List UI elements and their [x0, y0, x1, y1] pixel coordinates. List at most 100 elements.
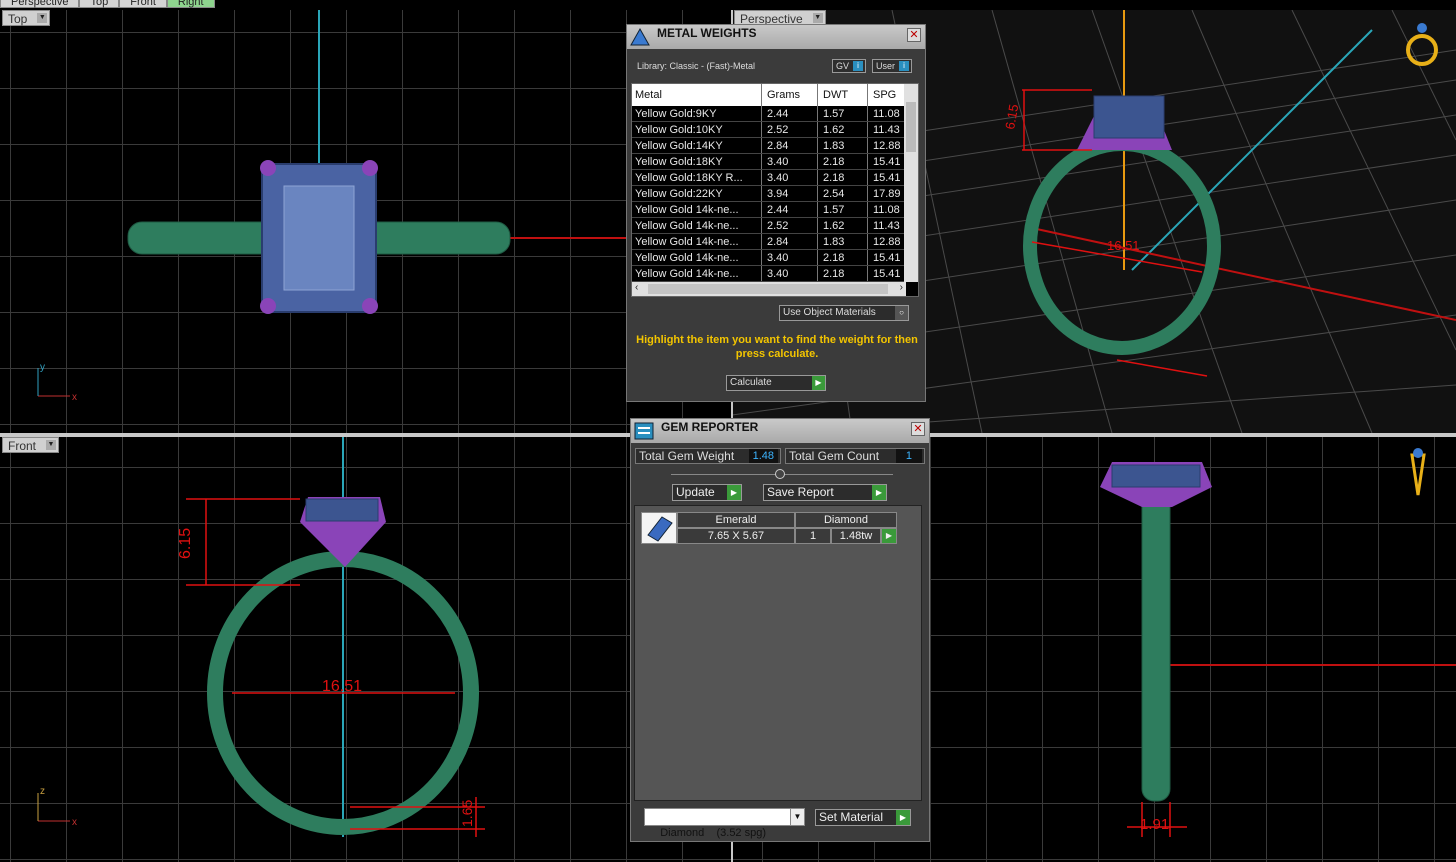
- table-row[interactable]: Yellow Gold 14k-ne... 2.84 1.83 12.88: [632, 234, 918, 250]
- gumball-icon[interactable]: [1410, 448, 1426, 496]
- top-viewport[interactable]: x y Top ▼: [0, 10, 732, 433]
- table-cell: 17.89: [873, 188, 901, 200]
- table-row[interactable]: Yellow Gold:22KY 3.94 2.54 17.89: [632, 186, 918, 202]
- table-cell: 11.08: [873, 204, 900, 216]
- metal-weights-title: METAL WEIGHTS: [657, 26, 757, 40]
- table-cell: 2.44: [762, 202, 818, 217]
- calculate-label: Calculate: [730, 377, 772, 388]
- table-row[interactable]: Yellow Gold:18KY R... 3.40 2.18 15.41: [632, 170, 918, 186]
- col-metal[interactable]: Metal: [632, 84, 762, 106]
- table-row[interactable]: Yellow Gold:10KY 2.52 1.62 11.43: [632, 122, 918, 138]
- gem-size[interactable]: 7.65 X 5.67: [677, 528, 795, 544]
- table-cell: 2.84: [762, 234, 818, 249]
- table-cell: 15.41: [873, 156, 901, 168]
- front-axis-z: z: [40, 786, 45, 797]
- scroll-thumb[interactable]: [648, 284, 888, 294]
- gem-list[interactable]: Emerald Diamond 7.65 X 5.67 1 1.48tw ▶: [634, 505, 922, 801]
- total-gem-count-value: 1: [895, 449, 922, 463]
- table-cell: 2.18: [818, 170, 868, 185]
- table-cell: 2.52: [762, 218, 818, 233]
- slider-knob[interactable]: [775, 469, 785, 479]
- chevron-down-icon[interactable]: ▼: [37, 13, 48, 23]
- metal-weights-titlebar[interactable]: METAL WEIGHTS ✕: [627, 25, 925, 49]
- set-material-button[interactable]: Set Material ▶: [815, 809, 911, 826]
- gem-shape[interactable]: Emerald: [677, 512, 795, 528]
- table-row[interactable]: Yellow Gold:18KY 3.40 2.18 15.41: [632, 154, 918, 170]
- table-cell: 2.84: [762, 138, 818, 153]
- table-row[interactable]: Yellow Gold 14k-ne... 3.40 2.18 15.41: [632, 250, 918, 266]
- material-select[interactable]: Diamond (3.52 spg) ▼: [644, 808, 805, 839]
- table-cell: Yellow Gold 14k-ne...: [632, 266, 762, 281]
- metal-table-body: Yellow Gold:9KY 2.44 1.57 11.08 Yellow Gold:…: [632, 106, 918, 282]
- play-icon[interactable]: ▶: [881, 528, 897, 544]
- gv-toggle[interactable]: GV i: [832, 59, 867, 73]
- close-icon[interactable]: ✕: [907, 28, 921, 42]
- table-cell: 1.83: [818, 138, 868, 153]
- user-toggle[interactable]: User i: [872, 59, 913, 73]
- info-icon: i: [853, 61, 864, 71]
- gem-weight[interactable]: 1.48tw: [831, 528, 881, 544]
- tab-top[interactable]: Top: [79, 0, 120, 8]
- front-viewport[interactable]: 6.15 16.51 1.65 x z Front ▼: [0, 437, 732, 862]
- calculate-button[interactable]: Calculate ▶: [726, 375, 826, 391]
- table-cell: 12.88: [873, 236, 901, 248]
- close-icon[interactable]: ✕: [911, 422, 925, 436]
- front-axis-x: x: [72, 817, 77, 828]
- gem-material[interactable]: Diamond: [795, 512, 897, 528]
- col-grams[interactable]: Grams: [762, 84, 818, 106]
- top-axis-y: y: [40, 362, 45, 373]
- save-report-button[interactable]: Save Report ▶: [763, 484, 887, 501]
- chevron-down-icon[interactable]: ▼: [790, 809, 804, 825]
- table-row[interactable]: Yellow Gold:14KY 2.84 1.83 12.88: [632, 138, 918, 154]
- gem-count[interactable]: 1: [795, 528, 831, 544]
- play-icon: ▶: [872, 485, 886, 500]
- table-row[interactable]: Yellow Gold:9KY 2.44 1.57 11.08: [632, 106, 918, 122]
- metal-weights-panel: METAL WEIGHTS ✕ Library: Classic - (Fast…: [626, 24, 926, 402]
- tab-front[interactable]: Front: [119, 0, 167, 8]
- chevron-down-icon[interactable]: ▼: [46, 440, 57, 450]
- front-dim-height: 6.15: [177, 528, 194, 559]
- vertical-scrollbar[interactable]: [904, 84, 918, 282]
- front-dim-band: 1.65: [459, 800, 475, 827]
- update-button[interactable]: Update ▶: [672, 484, 742, 501]
- scroll-thumb[interactable]: [906, 102, 916, 152]
- metal-table[interactable]: Metal Grams DWT SPG Yellow Gold:9KY 2.44 1…: [631, 83, 919, 297]
- col-dwt[interactable]: DWT: [818, 84, 868, 106]
- table-cell: Yellow Gold:9KY: [632, 106, 762, 121]
- right-dim-band: 1.91: [1140, 816, 1169, 833]
- gem-reporter-slider[interactable]: [671, 469, 893, 479]
- total-gem-weight-label: Total Gem Weight: [639, 449, 735, 463]
- gem-reporter-panel: GEM REPORTER ✕ Total Gem Weight 1.48 Tot…: [630, 418, 930, 842]
- total-gem-weight: Total Gem Weight 1.48: [635, 448, 781, 464]
- radio-icon: ○: [895, 306, 908, 320]
- front-view-label-text: Front: [8, 439, 37, 453]
- table-cell: 2.44: [762, 106, 818, 121]
- ring-gumball-icon[interactable]: [1406, 23, 1438, 66]
- table-cell: 3.40: [762, 250, 818, 265]
- use-object-materials-button[interactable]: Use Object Materials ○: [779, 305, 909, 321]
- table-cell: 1.57: [818, 202, 868, 217]
- table-cell: Yellow Gold 14k-ne...: [632, 250, 762, 265]
- chevron-down-icon[interactable]: ▼: [812, 13, 823, 23]
- front-view-label[interactable]: Front ▼: [2, 437, 60, 453]
- table-row[interactable]: Yellow Gold 14k-ne... 2.52 1.62 11.43: [632, 218, 918, 234]
- table-row[interactable]: Yellow Gold 14k-ne... 3.40 2.18 15.41: [632, 266, 918, 282]
- total-gem-count-label: Total Gem Count: [789, 449, 880, 463]
- table-cell: 15.41: [873, 252, 901, 264]
- table-cell: 1.57: [818, 106, 868, 121]
- set-material-label: Set Material: [819, 810, 884, 824]
- top-view-label[interactable]: Top ▼: [2, 10, 51, 26]
- metal-weights-icon: [630, 27, 650, 46]
- table-row[interactable]: Yellow Gold 14k-ne... 2.44 1.57 11.08: [632, 202, 918, 218]
- horizontal-scrollbar[interactable]: ‹ ›: [632, 282, 906, 296]
- play-icon: ▶: [896, 810, 910, 825]
- col-spg[interactable]: SPG: [868, 84, 908, 106]
- top-axis-x: x: [72, 392, 77, 403]
- table-cell: 2.54: [818, 186, 868, 201]
- chevron-left-icon[interactable]: ‹: [635, 282, 638, 293]
- tab-perspective[interactable]: Perspective: [0, 0, 80, 8]
- info-icon: i: [899, 61, 910, 71]
- gem-reporter-titlebar[interactable]: GEM REPORTER ✕: [631, 419, 929, 443]
- chevron-right-icon[interactable]: ›: [900, 282, 903, 293]
- tab-right[interactable]: Right: [166, 0, 215, 8]
